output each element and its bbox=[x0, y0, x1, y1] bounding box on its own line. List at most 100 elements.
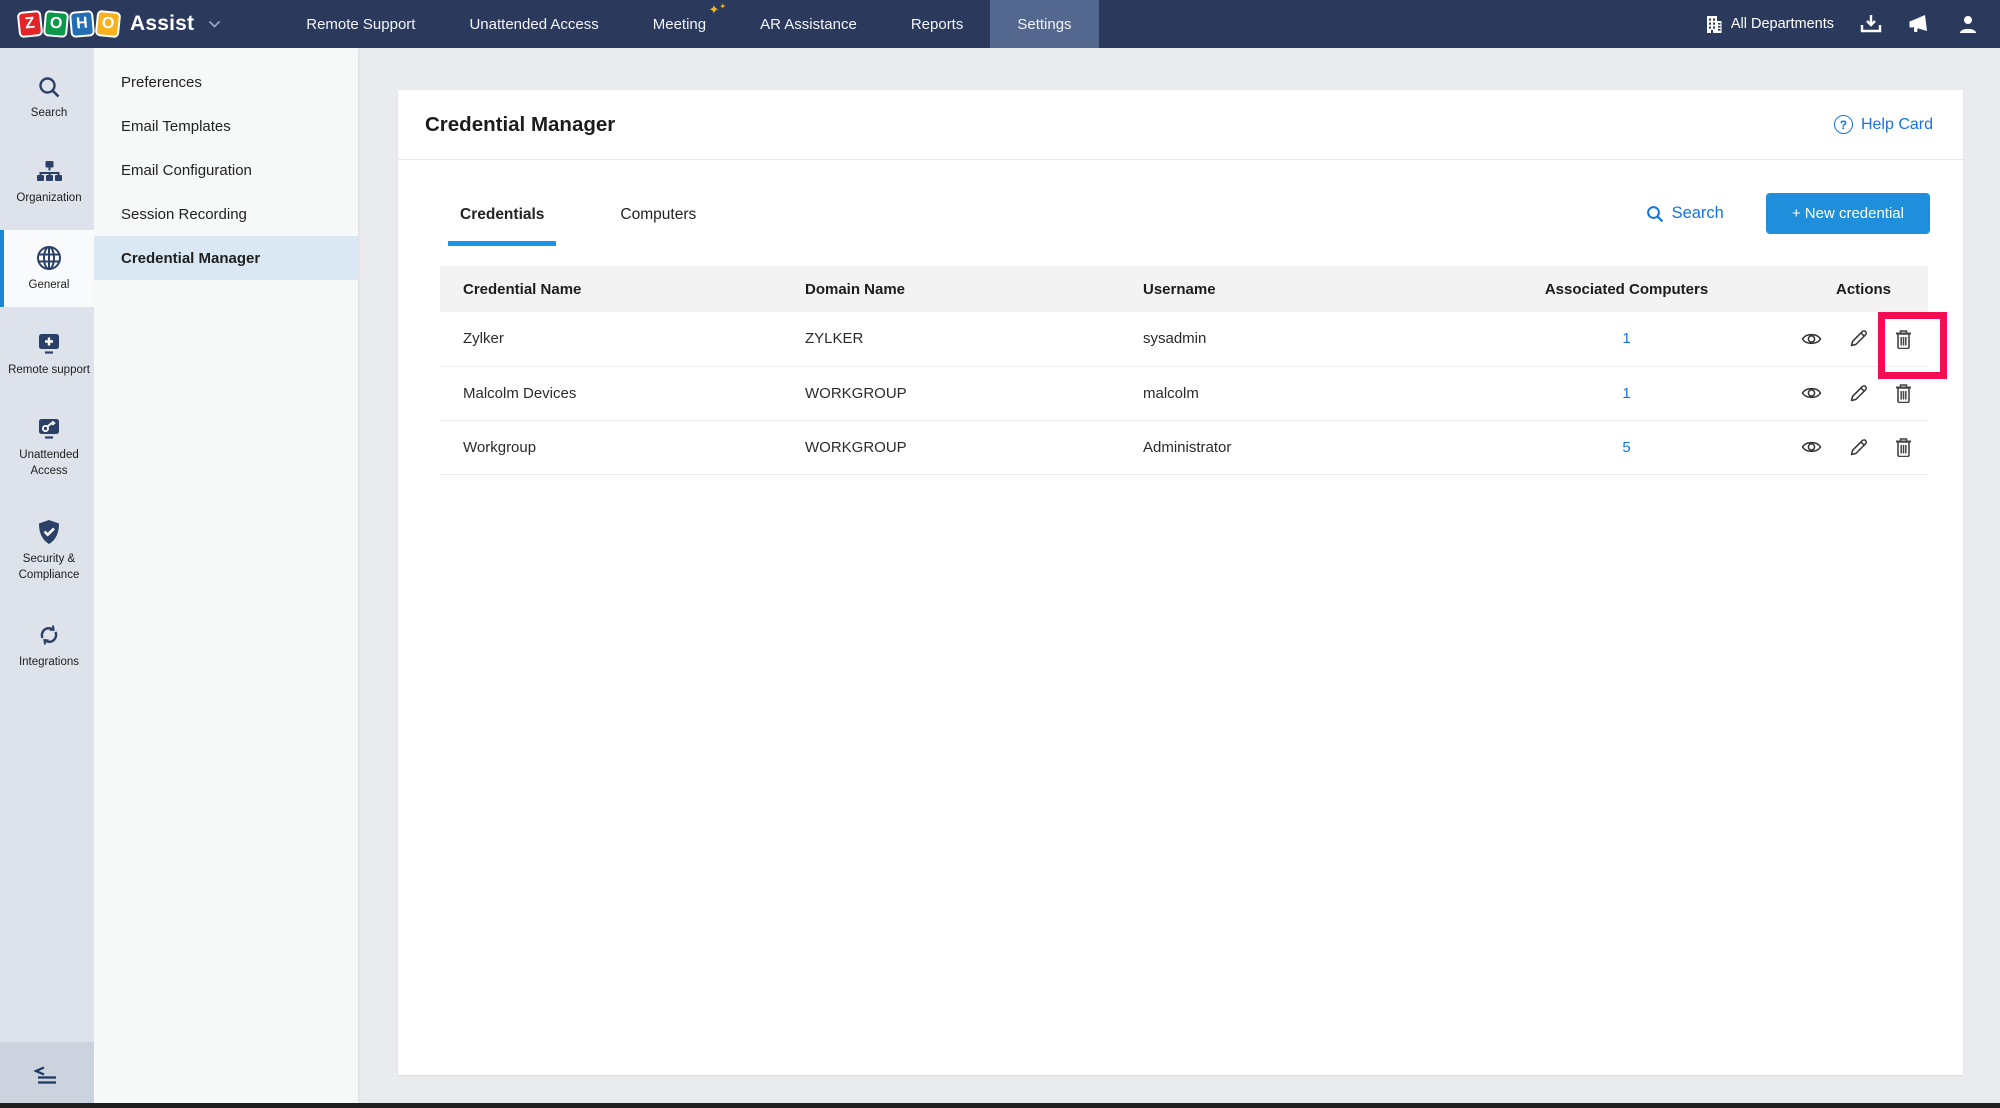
collapse-sidebar-icon bbox=[34, 1066, 60, 1084]
logo-letter: Z bbox=[17, 10, 44, 38]
delete-button[interactable] bbox=[1895, 383, 1912, 403]
edit-button[interactable] bbox=[1849, 438, 1868, 457]
credential-manager-card: Credential Manager ? Help Card Credentia… bbox=[398, 90, 1963, 1075]
logo-letter: O bbox=[95, 10, 122, 38]
column-credential-name: Credential Name bbox=[440, 266, 782, 312]
logo-letter: O bbox=[43, 10, 69, 38]
view-button[interactable] bbox=[1801, 385, 1822, 401]
toolbar-right: Search + New credential bbox=[1646, 193, 1930, 246]
cell-domain-name: WORKGROUP bbox=[782, 366, 1120, 420]
unattended-access-icon bbox=[36, 417, 62, 441]
settings-category-sidebar: Search Organization General Remote suppo… bbox=[0, 48, 94, 1108]
logo-letter: H bbox=[69, 10, 95, 38]
table-row: Workgroup WORKGROUP Administrator 5 bbox=[440, 420, 1928, 474]
search-icon bbox=[1646, 205, 1664, 223]
submenu-item-email-configuration[interactable]: Email Configuration bbox=[94, 148, 358, 192]
pencil-icon bbox=[1849, 438, 1868, 457]
sidebar-item-search[interactable]: Search bbox=[0, 60, 94, 135]
top-navigation: Z O H O Assist Remote Support Unattended… bbox=[0, 0, 2000, 48]
pencil-icon bbox=[1849, 384, 1868, 403]
credentials-table: Credential Name Domain Name Username Ass… bbox=[440, 266, 1928, 475]
nav-unattended-access[interactable]: Unattended Access bbox=[442, 0, 625, 48]
nav-reports[interactable]: Reports bbox=[884, 0, 991, 48]
trash-icon bbox=[1895, 383, 1912, 403]
associated-computers-link[interactable]: 1 bbox=[1622, 385, 1630, 402]
column-actions: Actions bbox=[1799, 266, 1928, 312]
view-button[interactable] bbox=[1801, 439, 1822, 455]
column-associated-computers: Associated Computers bbox=[1454, 266, 1799, 312]
download-icon[interactable] bbox=[1860, 14, 1882, 34]
search-button[interactable]: Search bbox=[1646, 204, 1724, 223]
topnav-right-controls: All Departments bbox=[1705, 0, 2000, 48]
general-settings-submenu: Preferences Email Templates Email Config… bbox=[94, 48, 358, 1108]
view-button[interactable] bbox=[1801, 331, 1822, 347]
tabs: Credentials Computers bbox=[460, 206, 696, 246]
megaphone-icon[interactable] bbox=[1908, 13, 1932, 35]
main-nav: Remote Support Unattended Access Meeting… bbox=[279, 0, 1098, 48]
cell-credential-name: Malcolm Devices bbox=[440, 366, 782, 420]
table-header-row: Credential Name Domain Name Username Ass… bbox=[440, 266, 1928, 312]
sparkle-icon: ✦✦ bbox=[709, 3, 727, 16]
nav-meeting[interactable]: Meeting ✦✦ bbox=[626, 0, 733, 48]
page-title: Credential Manager bbox=[425, 113, 615, 137]
edit-button[interactable] bbox=[1849, 384, 1868, 403]
eye-icon bbox=[1801, 385, 1822, 401]
card-header: Credential Manager ? Help Card bbox=[398, 90, 1963, 160]
all-departments-label: All Departments bbox=[1731, 16, 1834, 32]
help-question-icon: ? bbox=[1834, 115, 1853, 134]
organization-icon bbox=[36, 160, 62, 184]
table-row: Zylker ZYLKER sysadmin 1 bbox=[440, 312, 1928, 366]
associated-computers-link[interactable]: 1 bbox=[1622, 330, 1630, 347]
tab-computers[interactable]: Computers bbox=[620, 206, 696, 246]
user-icon[interactable] bbox=[1958, 14, 1978, 34]
remote-support-icon bbox=[36, 332, 62, 356]
delete-button[interactable] bbox=[1895, 437, 1912, 457]
sidebar-item-organization[interactable]: Organization bbox=[0, 145, 94, 220]
chevron-down-icon[interactable] bbox=[208, 20, 221, 29]
building-icon bbox=[1705, 15, 1723, 34]
edit-button[interactable] bbox=[1849, 329, 1868, 348]
nav-settings[interactable]: Settings bbox=[990, 0, 1098, 48]
eye-icon bbox=[1801, 439, 1822, 455]
main-content: Credential Manager ? Help Card Credentia… bbox=[358, 48, 2000, 1108]
submenu-item-session-recording[interactable]: Session Recording bbox=[94, 192, 358, 236]
table-row: Malcolm Devices WORKGROUP malcolm 1 bbox=[440, 366, 1928, 420]
all-departments-selector[interactable]: All Departments bbox=[1705, 15, 1834, 34]
credentials-table-body: Zylker ZYLKER sysadmin 1 Malcolm Devices… bbox=[440, 312, 1928, 474]
submenu-item-email-templates[interactable]: Email Templates bbox=[94, 104, 358, 148]
sidebar-item-security-compliance[interactable]: Security & Compliance bbox=[0, 504, 94, 597]
pencil-icon bbox=[1849, 329, 1868, 348]
cell-credential-name: Zylker bbox=[440, 312, 782, 366]
cell-username: Administrator bbox=[1120, 420, 1454, 474]
integrations-icon bbox=[36, 622, 62, 648]
product-name: Assist bbox=[130, 12, 194, 36]
zoho-logo-icon: Z O H O bbox=[18, 11, 120, 37]
shield-check-icon bbox=[37, 519, 61, 545]
cell-username: sysadmin bbox=[1120, 312, 1454, 366]
nav-ar-assistance[interactable]: AR Assistance bbox=[733, 0, 884, 48]
sidebar-item-unattended-access[interactable]: Unattended Access bbox=[0, 402, 94, 493]
eye-icon bbox=[1801, 331, 1822, 347]
toolbar: Credentials Computers Search + New crede… bbox=[460, 196, 1930, 246]
credentials-table-wrap: Credential Name Domain Name Username Ass… bbox=[440, 266, 1928, 475]
nav-remote-support[interactable]: Remote Support bbox=[279, 0, 442, 48]
collapse-sidebar-button[interactable] bbox=[0, 1042, 94, 1108]
cell-username: malcolm bbox=[1120, 366, 1454, 420]
cell-credential-name: Workgroup bbox=[440, 420, 782, 474]
delete-button[interactable] bbox=[1895, 329, 1912, 349]
tab-credentials[interactable]: Credentials bbox=[448, 206, 556, 246]
help-card-link[interactable]: ? Help Card bbox=[1834, 115, 1933, 134]
trash-icon bbox=[1895, 437, 1912, 457]
sidebar-item-remote-support[interactable]: Remote support bbox=[0, 317, 94, 392]
globe-icon bbox=[36, 245, 62, 271]
column-username: Username bbox=[1120, 266, 1454, 312]
zoho-assist-logo[interactable]: Z O H O Assist bbox=[0, 0, 221, 48]
associated-computers-link[interactable]: 5 bbox=[1622, 439, 1630, 456]
sidebar-item-general[interactable]: General bbox=[0, 230, 94, 307]
submenu-item-credential-manager[interactable]: Credential Manager bbox=[94, 236, 358, 280]
new-credential-button[interactable]: + New credential bbox=[1766, 193, 1930, 234]
submenu-item-preferences[interactable]: Preferences bbox=[94, 60, 358, 104]
cell-domain-name: ZYLKER bbox=[782, 312, 1120, 366]
search-icon bbox=[37, 75, 61, 99]
sidebar-item-integrations[interactable]: Integrations bbox=[0, 607, 94, 684]
